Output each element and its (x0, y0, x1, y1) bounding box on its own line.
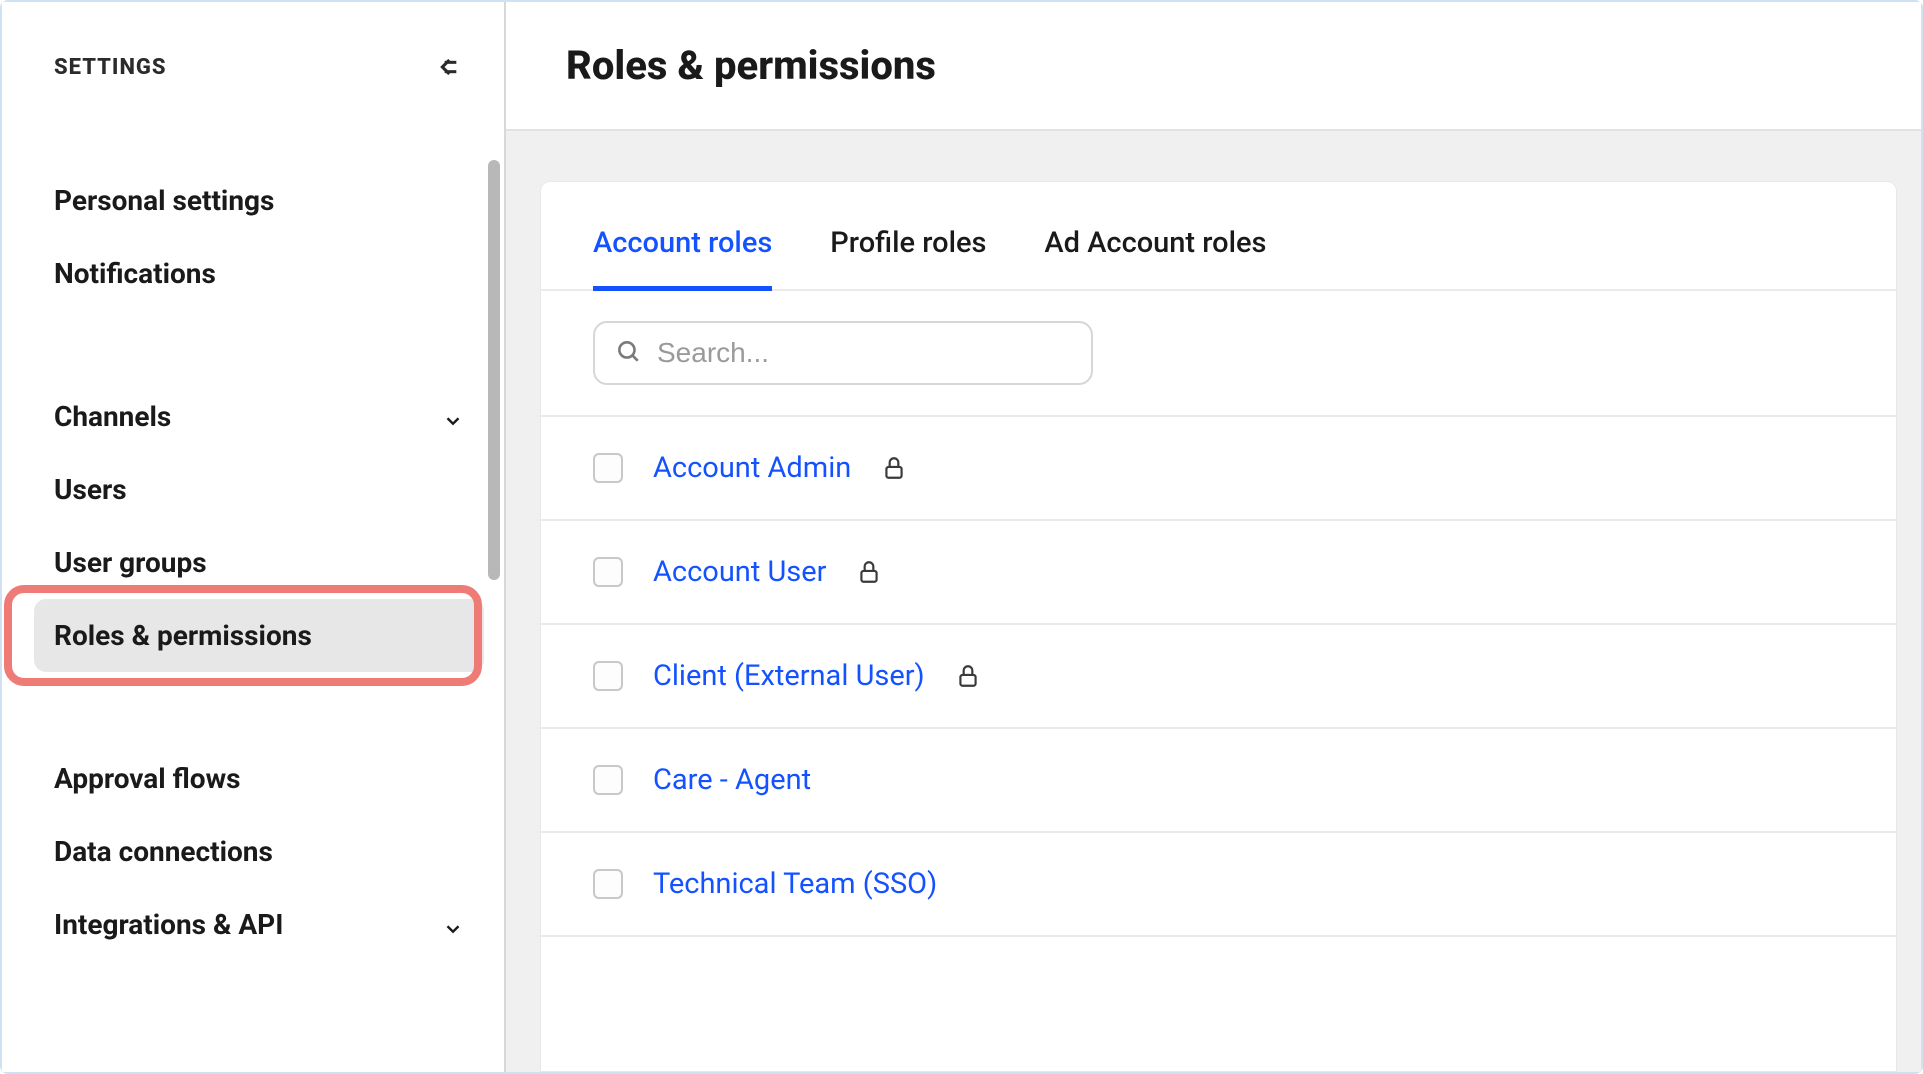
sidebar-item-data-connections[interactable]: Data connections (54, 815, 464, 888)
sidebar-item-notifications[interactable]: Notifications (54, 237, 464, 310)
role-link[interactable]: Care - Agent (653, 763, 811, 797)
tab-ad-account-roles[interactable]: Ad Account roles (1044, 226, 1266, 291)
lock-icon (856, 559, 882, 585)
role-link[interactable]: Technical Team (SSO) (653, 867, 937, 901)
sidebar: SETTINGS Personal settings Notifications… (2, 2, 506, 1072)
sidebar-item-user-groups[interactable]: User groups (54, 526, 464, 599)
sidebar-item-label: Channels (54, 400, 171, 433)
sidebar-item-label: Notifications (54, 257, 216, 290)
search-icon (615, 338, 641, 368)
chevron-down-icon (442, 914, 464, 936)
app-root: SETTINGS Personal settings Notifications… (2, 2, 1921, 1072)
role-row: Account Admin (541, 417, 1896, 521)
sidebar-item-label: Users (54, 473, 127, 506)
page-header: Roles & permissions (506, 2, 1921, 131)
lock-icon (881, 455, 907, 481)
sidebar-header: SETTINGS (54, 50, 464, 84)
sidebar-item-roles-permissions[interactable]: Roles & permissions (34, 599, 484, 672)
sidebar-scrollbar-thumb[interactable] (488, 160, 500, 580)
role-row: Account User (541, 521, 1896, 625)
search-input[interactable] (657, 337, 1071, 369)
roles-card: Account roles Profile roles Ad Account r… (540, 181, 1897, 1072)
sidebar-item-integrations-api[interactable]: Integrations & API (54, 888, 464, 961)
sidebar-item-users[interactable]: Users (54, 453, 464, 526)
lock-icon (955, 663, 981, 689)
role-checkbox[interactable] (593, 453, 623, 483)
collapse-sidebar-icon[interactable] (430, 50, 464, 84)
sidebar-item-label: Roles & permissions (54, 619, 312, 652)
sidebar-item-personal-settings[interactable]: Personal settings (54, 164, 464, 237)
tabs: Account roles Profile roles Ad Account r… (541, 182, 1896, 291)
role-link[interactable]: Account User (653, 555, 826, 589)
role-checkbox[interactable] (593, 661, 623, 691)
tab-profile-roles[interactable]: Profile roles (830, 226, 986, 291)
sidebar-item-channels[interactable]: Channels (54, 380, 464, 453)
sidebar-title: SETTINGS (54, 55, 167, 80)
sidebar-item-approval-flows[interactable]: Approval flows (54, 742, 464, 815)
search-box[interactable] (593, 321, 1093, 385)
chevron-down-icon (442, 406, 464, 428)
role-row: Technical Team (SSO) (541, 833, 1896, 937)
role-row: Client (External User) (541, 625, 1896, 729)
role-link[interactable]: Client (External User) (653, 659, 925, 693)
role-checkbox[interactable] (593, 869, 623, 899)
sidebar-item-label: Data connections (54, 835, 273, 868)
page-title: Roles & permissions (566, 42, 1861, 89)
tab-account-roles[interactable]: Account roles (593, 226, 772, 291)
role-row: Care - Agent (541, 729, 1896, 833)
role-checkbox[interactable] (593, 765, 623, 795)
role-link[interactable]: Account Admin (653, 451, 851, 485)
search-row (541, 291, 1896, 417)
sidebar-item-label: User groups (54, 546, 207, 579)
sidebar-item-label: Integrations & API (54, 908, 283, 941)
main-content: Roles & permissions Account roles Profil… (506, 2, 1921, 1072)
sidebar-item-label: Approval flows (54, 762, 241, 795)
sidebar-item-label: Personal settings (54, 184, 274, 217)
role-checkbox[interactable] (593, 557, 623, 587)
